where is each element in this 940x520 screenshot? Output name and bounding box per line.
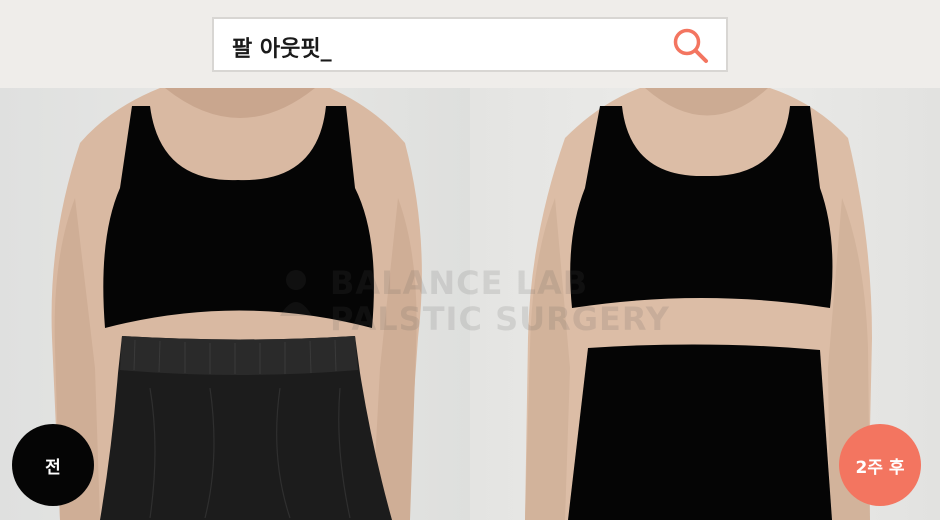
search-query[interactable]: 팔 아웃핏_ xyxy=(232,31,332,63)
top-bar: 팔 아웃핏_ xyxy=(0,0,940,88)
search-icon[interactable] xyxy=(670,25,712,67)
after-badge: 2주 후 xyxy=(839,424,921,506)
search-box[interactable]: 팔 아웃핏_ xyxy=(212,17,728,72)
before-badge: 전 xyxy=(12,424,94,506)
